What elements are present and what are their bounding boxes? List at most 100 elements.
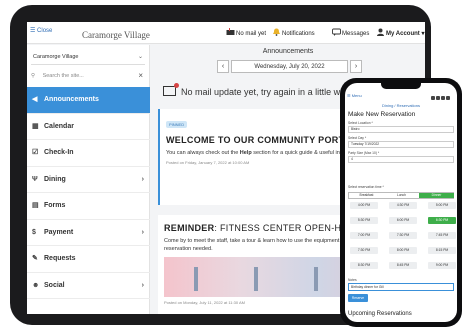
party-size-label: Party Size (Max 10) * [348,151,380,155]
sidebar-nav: ◀ Announcements ▦ Calendar ☑ Check-In Ψ … [27,87,150,299]
reserve-button[interactable]: Reserve [348,294,368,302]
party-size-input[interactable]: 4 [348,156,454,163]
time-slot[interactable]: 6:00 PM [389,217,417,224]
sidebar-item-label: Announcements [44,96,99,103]
sidebar-item-social[interactable]: ☻ Social › [27,273,150,299]
time-slot[interactable]: 4:00 PM [350,202,378,209]
clear-search-icon[interactable]: × [138,69,143,83]
help-link[interactable]: Help [240,150,252,156]
chevron-right-icon: › [141,228,144,236]
time-label: Select reservation time * [348,185,384,189]
location-label: Select Location * [348,121,373,125]
day-select[interactable]: Tuesday 7/19/2022 [348,141,454,148]
sidebar-item-announcements[interactable]: ◀ Announcements [27,87,150,114]
time-slot[interactable]: 8:15 PM [428,247,456,254]
mailbox-icon [226,28,235,36]
notes-label: Notes [348,278,357,282]
community-select[interactable]: Caramorge Village ⌄ [31,49,145,65]
user-icon[interactable] [446,96,450,100]
messages-label: Messages [342,31,370,37]
sidebar: Caramorge Village ⌄ ⚲ Search the site...… [27,45,150,314]
sidebar-item-label: Forms [44,202,66,209]
time-slot[interactable]: 7:45 PM [428,232,456,239]
phone-menu-button[interactable]: ☰ Menu [347,90,362,101]
location-select[interactable]: Bistro [348,126,454,133]
phone-screen: ☰ Menu Dining / Reservations Make New Re… [345,83,457,322]
upcoming-reservations-heading: Upcoming Reservations [348,311,412,317]
time-slot[interactable]: 6:30 PM [428,217,456,224]
reservation-heading: Make New Reservation [348,111,416,118]
sidebar-item-payment[interactable]: $ Payment › [27,220,150,246]
time-slot[interactable]: 8:00 PM [389,247,417,254]
time-slot[interactable]: 7:30 PM [350,247,378,254]
document-icon: ▤ [32,202,39,209]
account-label: My Account ▾ [386,31,425,37]
mail-status-text: No mail update yet, try again in a littl… [181,87,357,97]
time-slot[interactable]: 8:45 PM [389,262,417,269]
mailbox-icon[interactable] [431,96,435,100]
notes-input[interactable]: Birthday dinner for Gill [348,283,454,291]
chevron-right-icon: › [141,175,144,183]
sidebar-item-label: Requests [44,255,76,262]
sidebar-item-dining[interactable]: Ψ Dining › [27,167,150,193]
close-menu-button[interactable]: ☰ Close [30,27,52,34]
calendar-icon: ▦ [32,122,39,130]
messages-link[interactable]: Messages [332,28,369,37]
date-picker[interactable]: Wednesday, July 20, 2022 [231,60,348,73]
date-navigator: ‹ Wednesday, July 20, 2022 › [217,60,362,73]
sidebar-item-label: Social [44,281,65,289]
meal-tabs: Breakfast Lunch Dinner [348,192,454,199]
time-slot[interactable]: 5:30 PM [350,217,378,224]
time-slot[interactable]: 8:30 PM [350,262,378,269]
search-input[interactable]: Search the site... [43,73,84,79]
next-day-button[interactable]: › [350,60,362,73]
search-icon: ⚲ [31,73,36,79]
bell-icon[interactable] [436,96,440,100]
tab-dinner[interactable]: Dinner [419,193,454,198]
time-slot[interactable]: 4:30 PM [389,202,417,209]
sidebar-item-label: Dining [44,175,66,183]
sidebar-item-label: Calendar [44,122,74,130]
notifications-link[interactable]: Notifications [272,28,315,37]
tab-lunch[interactable]: Lunch [384,193,419,198]
time-slot[interactable]: 7:00 PM [350,232,378,239]
phone-top-bar: ☰ Menu [345,90,457,101]
notifications-label: Notifications [282,31,315,37]
megaphone-icon: ◀ [32,96,38,103]
chevron-right-icon: › [141,281,144,289]
breadcrumb[interactable]: Dining / Reservations [345,103,457,108]
user-icon [376,28,385,36]
wrench-icon: ✎ [32,255,38,262]
top-bar: ☰ Close Caramorge Village No mail yet No… [27,22,425,44]
mail-icon [163,83,179,96]
account-menu[interactable]: My Account ▾ [376,28,424,37]
sidebar-item-forms[interactable]: ▤ Forms [27,193,150,220]
sidebar-item-check-in[interactable]: ☑ Check-In [27,140,150,167]
utensils-icon: Ψ [32,175,38,183]
people-icon: ☻ [32,281,40,289]
phone-toolbar-icons [430,93,454,100]
page-title: Announcements [262,48,314,55]
sidebar-item-label: Check-In [44,149,74,156]
pinned-badge: PINNED [166,121,188,128]
checkbox-icon: ☑ [32,149,39,156]
sidebar-item-calendar[interactable]: ▦ Calendar [27,114,150,140]
day-label: Select Day * [348,136,367,140]
chat-icon [332,28,341,36]
no-mail-label: No mail yet [236,31,267,37]
chevron-down-icon: ⌄ [137,54,143,60]
time-slot[interactable]: 7:30 PM [389,232,417,239]
tab-breakfast[interactable]: Breakfast [349,193,384,198]
chat-icon[interactable] [441,96,445,100]
community-logo[interactable]: Caramorge Village [52,22,152,41]
phone-device: ☰ Menu Dining / Reservations Make New Re… [340,78,462,327]
bell-icon [272,28,281,36]
site-search[interactable]: ⚲ Search the site... × [31,69,145,83]
phone-notch [381,83,421,89]
sidebar-item-label: Payment [44,228,74,236]
sidebar-item-requests[interactable]: ✎ Requests [27,246,150,273]
prev-day-button[interactable]: ‹ [217,60,229,73]
time-slot[interactable]: 9:00 PM [428,262,456,269]
time-slot[interactable]: 5:00 PM [428,202,456,209]
no-mail-indicator[interactable]: No mail yet [226,28,266,37]
